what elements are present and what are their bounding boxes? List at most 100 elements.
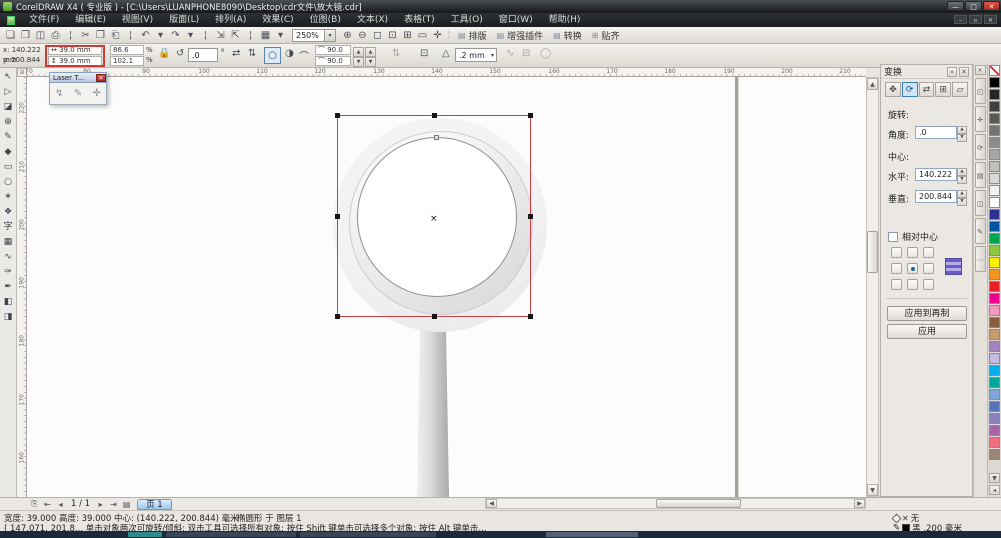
import-icon[interactable]: ⇲ xyxy=(213,28,228,43)
color-swatch[interactable] xyxy=(989,209,1000,220)
arc-angle-spinner[interactable]: ▲ ▼ xyxy=(365,47,376,67)
print-icon[interactable]: ⎙ xyxy=(48,28,63,43)
close-button[interactable]: ✕ xyxy=(983,1,1000,11)
smart-fill-tool[interactable]: ◆ xyxy=(1,145,16,160)
palette-expand-icon[interactable]: ◂ xyxy=(989,485,1000,495)
docker-tab-4[interactable]: ▤ xyxy=(974,162,986,188)
menu-item[interactable]: 工具(O) xyxy=(443,15,491,25)
selection-handle[interactable] xyxy=(432,113,437,118)
color-swatch[interactable] xyxy=(989,221,1000,232)
ellipse-mode-button[interactable]: ○ xyxy=(264,47,281,64)
crop-tool[interactable]: ◪ xyxy=(1,100,16,115)
color-swatch[interactable] xyxy=(989,257,1000,268)
magnifier-handle-shape[interactable] xyxy=(417,318,449,497)
color-swatch[interactable] xyxy=(989,293,1000,304)
page-1-tab[interactable]: 页 1 xyxy=(137,498,172,510)
ellipse-tool[interactable]: ○ xyxy=(1,175,16,190)
color-swatch[interactable] xyxy=(989,401,1000,412)
transform-size-tab[interactable]: ⊞ xyxy=(935,82,952,97)
anchor-radio[interactable] xyxy=(923,247,934,258)
docker-tab-2[interactable]: ✛ xyxy=(974,106,986,132)
outline-dropdown-icon[interactable]: ▾ xyxy=(489,52,496,59)
color-swatch[interactable] xyxy=(989,77,1000,88)
selection-handle[interactable] xyxy=(335,214,340,219)
menu-item[interactable]: 编辑(E) xyxy=(67,15,114,25)
zoom-level-combo[interactable]: 250% ▾ xyxy=(292,28,336,42)
menu-item[interactable]: 文件(F) xyxy=(21,15,67,25)
color-swatch[interactable] xyxy=(989,197,1000,208)
horizontal-ruler[interactable]: 7080901001101201301401501601701801902002… xyxy=(25,68,866,77)
copy-icon[interactable]: ❒ xyxy=(93,28,108,43)
zoom-all-icon[interactable]: ⊞ xyxy=(400,28,415,43)
pan-icon[interactable]: ✛ xyxy=(430,28,445,43)
anchor-radio[interactable] xyxy=(907,247,918,258)
relative-center-checkbox[interactable] xyxy=(888,231,898,242)
scale-y-field[interactable]: 102.1 xyxy=(110,56,144,66)
anchor-radio[interactable] xyxy=(923,279,934,290)
color-swatch[interactable] xyxy=(989,245,1000,256)
no-color-swatch[interactable] xyxy=(989,65,1000,76)
snap-button[interactable]: ⊞ 贴齐 xyxy=(592,29,620,42)
separator[interactable]: ¦ xyxy=(198,28,213,43)
undo-icon[interactable]: ↶ xyxy=(138,28,153,43)
fill-tool[interactable]: ◧ xyxy=(1,295,16,310)
next-page-button[interactable]: ▸ xyxy=(94,500,107,509)
taskbar-button[interactable] xyxy=(166,532,296,537)
plugins-button[interactable]: ▤ 增强插件 xyxy=(497,29,544,42)
anchor-radio[interactable] xyxy=(891,263,902,274)
color-swatch[interactable] xyxy=(989,89,1000,100)
last-page-button[interactable]: ⇥ xyxy=(107,500,120,509)
blend-tool[interactable]: ∿ xyxy=(1,250,16,265)
color-swatch[interactable] xyxy=(989,185,1000,196)
undo-dropdown-icon[interactable]: ▾ xyxy=(153,28,168,43)
anchor-radio[interactable] xyxy=(923,263,934,274)
docker-tab-7[interactable]: ⋯ xyxy=(974,246,986,272)
anchor-radio[interactable] xyxy=(891,247,902,258)
palette-scroll-down-icon[interactable]: ▼ xyxy=(989,473,1000,483)
color-swatch[interactable] xyxy=(989,425,1000,436)
layout-button[interactable]: ▤ 排版 xyxy=(458,29,487,42)
scroll-down-arrow[interactable]: ▼ xyxy=(867,484,878,496)
menu-item[interactable]: 窗口(W) xyxy=(491,15,541,25)
color-swatch[interactable] xyxy=(989,125,1000,136)
first-page-button[interactable]: ⇤ xyxy=(41,500,54,509)
color-swatch[interactable] xyxy=(989,329,1000,340)
docker-collapse-button[interactable]: » xyxy=(947,66,957,77)
maximize-button[interactable]: □ xyxy=(965,1,982,11)
taskbar-button[interactable] xyxy=(300,532,436,537)
apply-to-duplicate-button[interactable]: 应用到再制 xyxy=(887,306,967,321)
zoom-in-icon[interactable]: ⊕ xyxy=(340,28,355,43)
redo-dropdown-icon[interactable]: ▾ xyxy=(183,28,198,43)
page-flip-icon[interactable]: ⎘ xyxy=(28,499,41,509)
menu-item[interactable]: 位图(B) xyxy=(302,15,349,25)
launcher-dropdown-icon[interactable]: ▾ xyxy=(273,28,288,43)
transform-scale-mirror-tab[interactable]: ⇄ xyxy=(918,82,935,97)
scroll-up-arrow[interactable]: ▲ xyxy=(867,78,878,90)
wrap-text-icon[interactable]: ⊡ xyxy=(420,48,428,59)
laser-tool-3-icon[interactable]: ✛ xyxy=(92,88,100,99)
open-icon[interactable]: ❐ xyxy=(18,28,33,43)
docker-tab-6[interactable]: ✎ xyxy=(974,218,986,244)
center-vertical-input[interactable]: 200.844 xyxy=(915,190,957,203)
freehand-tool[interactable]: ✎ xyxy=(1,130,16,145)
color-swatch[interactable] xyxy=(989,269,1000,280)
mirror-vertical-icon[interactable]: ⇅ xyxy=(248,48,256,59)
color-swatch[interactable] xyxy=(989,341,1000,352)
anchor-radio[interactable] xyxy=(891,279,902,290)
scroll-right-arrow[interactable]: ▶ xyxy=(854,499,865,508)
application-launcher-icon[interactable]: ▦ xyxy=(258,28,273,43)
export-icon[interactable]: ⇱ xyxy=(228,28,243,43)
menu-item[interactable]: 版面(L) xyxy=(161,15,207,25)
color-swatch[interactable] xyxy=(989,449,1000,460)
color-swatch[interactable] xyxy=(989,173,1000,184)
eyedropper-tool[interactable]: ✑ xyxy=(1,265,16,280)
mirror-horizontal-icon[interactable]: ⇄ xyxy=(232,48,240,59)
outline-pen-tool[interactable]: ✒ xyxy=(1,280,16,295)
rectangle-tool[interactable]: ▭ xyxy=(1,160,16,175)
separator[interactable]: ¦ xyxy=(63,28,78,43)
color-swatch[interactable] xyxy=(989,377,1000,388)
doc-restore-button[interactable]: ▫ xyxy=(969,15,982,24)
color-swatch[interactable] xyxy=(989,101,1000,112)
taskbar-button[interactable] xyxy=(546,532,638,537)
color-swatch[interactable] xyxy=(989,233,1000,244)
